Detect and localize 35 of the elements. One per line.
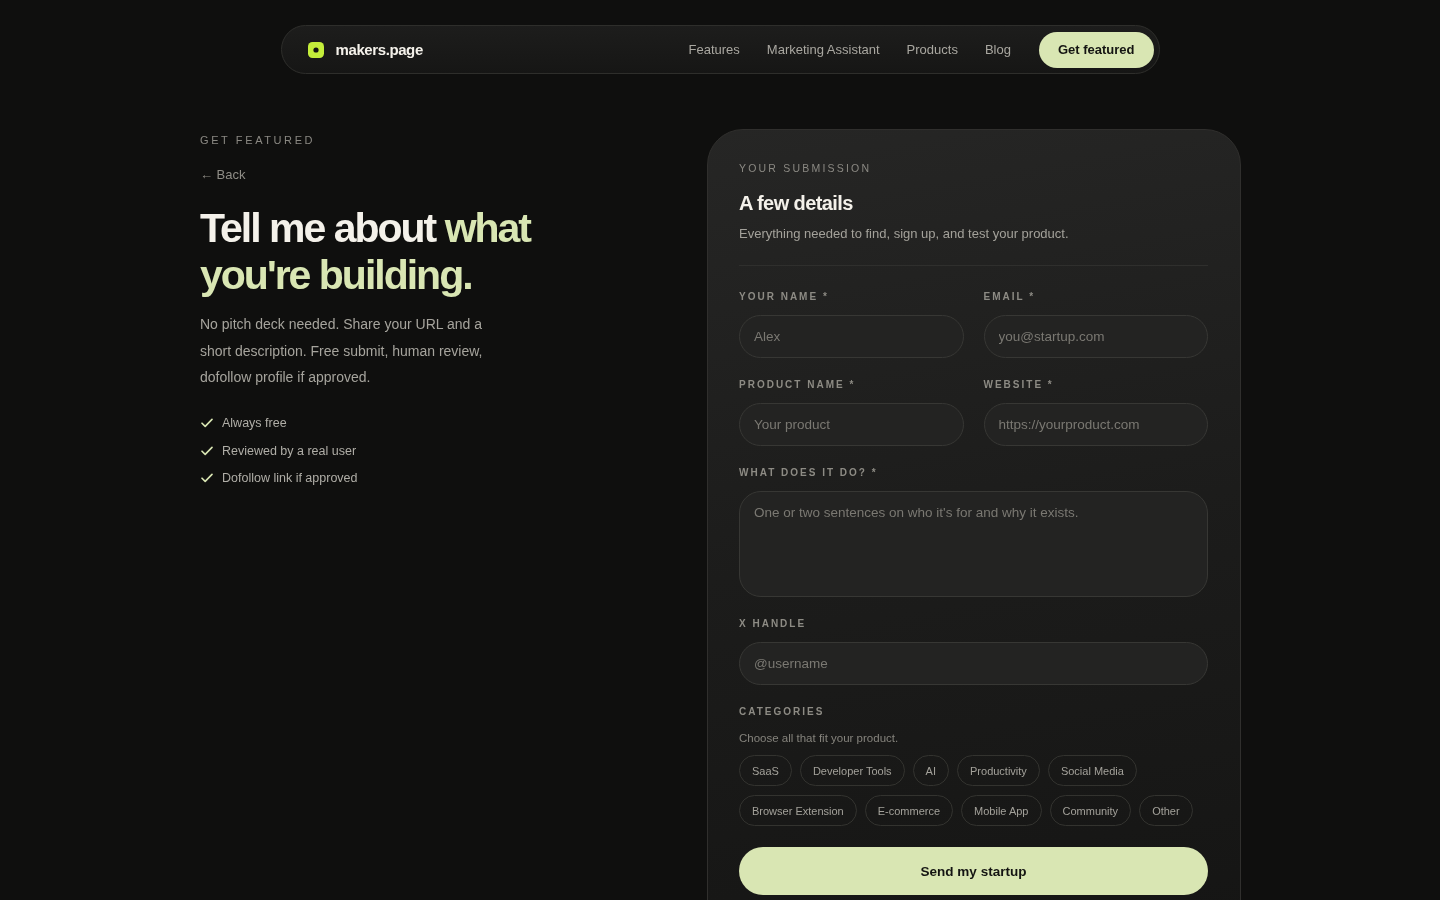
card-eyebrow: YOUR SUBMISSION xyxy=(739,161,873,175)
field-label: YOUR NAME * xyxy=(739,290,830,304)
input-field[interactable]: Your product xyxy=(739,403,964,446)
perk-text: Always free xyxy=(222,416,287,431)
nav-link[interactable]: Features xyxy=(688,42,740,57)
brand-link[interactable]: makers.page xyxy=(307,41,423,58)
categories-hint: Choose all that fit your product. xyxy=(739,731,900,746)
card-subtitle: Everything needed to find, sign up, and test your product. xyxy=(739,225,1070,243)
input-field[interactable]: Alex xyxy=(739,315,964,358)
field-label: WHAT DOES IT DO? * xyxy=(739,466,879,480)
get-featured-button[interactable]: Get featured xyxy=(1038,31,1154,68)
nav-link[interactable]: Marketing Assistant xyxy=(766,42,880,57)
field-label: WEBSITE * xyxy=(983,378,1055,392)
eyebrow-text: GET FEATURED xyxy=(200,133,317,147)
input-field[interactable]: https://yourproduct.com xyxy=(983,403,1208,446)
text-area[interactable]: One or two sentences on who it's for and why it exists. xyxy=(739,491,1208,597)
check-icon xyxy=(201,418,213,429)
field-label: EMAIL * xyxy=(983,290,1037,304)
field-label: X HANDLE xyxy=(739,617,808,631)
card-title: A few details xyxy=(739,191,854,215)
check-icon xyxy=(201,473,213,484)
nav-link[interactable]: Products xyxy=(906,42,958,57)
nav-link[interactable]: Blog xyxy=(984,42,1011,57)
submit-button[interactable]: Send my startup xyxy=(739,847,1208,895)
logo-icon xyxy=(307,41,324,58)
field-label: PRODUCT NAME * xyxy=(739,378,857,392)
check-icon xyxy=(201,445,213,456)
input-field[interactable]: @username xyxy=(739,642,1208,685)
perk-text: Dofollow link if approved xyxy=(222,471,358,486)
input-field[interactable]: you@startup.com xyxy=(983,315,1208,358)
perk-text: Reviewed by a real user xyxy=(222,443,357,458)
page-heading: Tell me about what you're building. xyxy=(200,205,532,299)
field-label: CATEGORIES xyxy=(739,705,826,719)
intro-text: No pitch deck needed. Share your URL and a short description. Free submit, human review, dofollow profile if approved. xyxy=(200,315,484,387)
back-link[interactable]: ← Back xyxy=(200,167,246,183)
